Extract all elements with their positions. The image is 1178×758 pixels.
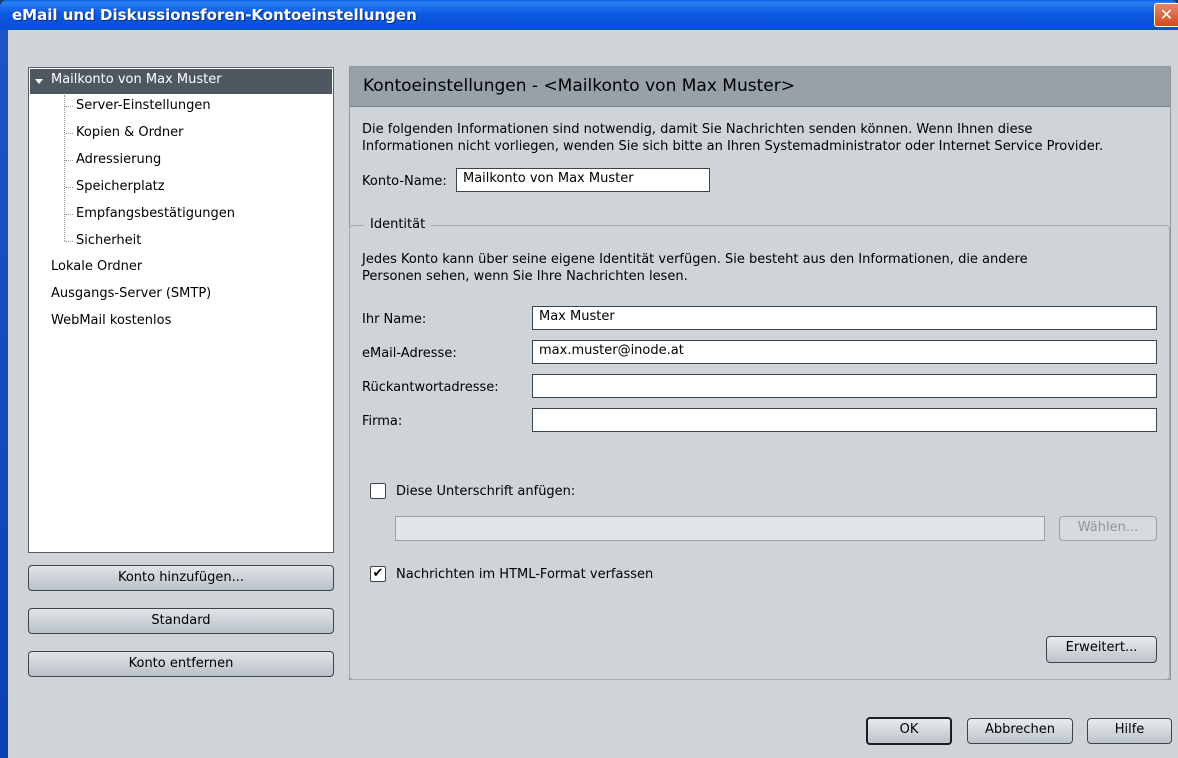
settings-header: Kontoeinstellungen - <Mailkonto von Max … [350,67,1170,107]
window-title: eMail und Diskussionsforen-Kontoeinstell… [12,6,417,24]
settings-header-title: Kontoeinstellungen - <Mailkonto von Max … [363,76,795,96]
tree-item-outgoing-server[interactable]: Ausgangs-Server (SMTP) [51,286,211,302]
tree-item-webmail[interactable]: WebMail kostenlos [51,313,171,329]
close-icon[interactable]: ✕ [1154,3,1178,27]
expand-arrow-icon[interactable] [35,79,43,84]
tree-item-local-folders[interactable]: Lokale Ordner [51,259,142,275]
email-input[interactable]: max.muster@inode.at [532,340,1157,364]
signature-file-input [395,516,1045,541]
tree-item-copies-folders[interactable]: Kopien & Ordner [76,125,184,141]
title-bar[interactable]: eMail und Diskussionsforen-Kontoeinstell… [0,0,1178,30]
identity-desc-line1: Jedes Konto kann über seine eigene Ident… [362,252,1028,267]
attach-signature-checkbox[interactable] [370,483,386,499]
name-input[interactable]: Max Muster [532,306,1157,330]
tree-guide-line [64,95,65,241]
tree-item-security[interactable]: Sicherheit [76,233,141,249]
cancel-button[interactable]: Abbrechen [967,718,1073,744]
tree-item-server-settings[interactable]: Server-Einstellungen [76,98,211,114]
account-name-input[interactable]: Mailkonto von Max Muster [456,168,710,192]
account-name-label: Konto-Name: [362,174,447,189]
tree-connector [65,133,73,134]
reply-to-label: Rückantwortadresse: [362,380,499,395]
tree-item-disk-space[interactable]: Speicherplatz [76,179,165,195]
tree-item-mailkonto[interactable]: Mailkonto von Max Muster [51,72,222,88]
ok-button[interactable]: OK [866,717,952,745]
reply-to-input[interactable] [532,374,1157,398]
set-default-button[interactable]: Standard [28,608,334,634]
intro-text-line1: Die folgenden Informationen sind notwend… [362,122,1033,137]
tree-connector [65,106,73,107]
tree-connector [65,241,73,242]
email-label: eMail-Adresse: [362,346,457,361]
identity-group-label: Identität [364,216,432,234]
help-button[interactable]: Hilfe [1087,718,1172,744]
intro-text-line2: Informationen nicht vorliegen, wenden Si… [362,139,1104,154]
html-compose-label[interactable]: Nachrichten im HTML-Format verfassen [396,566,653,583]
tree-connector [65,160,73,161]
remove-account-button[interactable]: Konto entfernen [28,651,334,677]
html-compose-checkbox[interactable]: ✔ [370,566,386,582]
attach-signature-label[interactable]: Diese Unterschrift anfügen: [396,483,575,500]
tree-connector [65,187,73,188]
tree-item-return-receipts[interactable]: Empfangsbestätigungen [76,206,235,222]
identity-groupbox [349,225,1170,680]
tree-connector [65,214,73,215]
advanced-button[interactable]: Erweitert... [1046,636,1157,663]
choose-signature-button: Wählen... [1059,516,1157,541]
organization-input[interactable] [532,408,1157,432]
add-account-button[interactable]: Konto hinzufügen... [28,565,334,591]
name-label: Ihr Name: [362,312,427,327]
tree-item-addressing[interactable]: Adressierung [76,152,161,168]
organization-label: Firma: [362,414,403,429]
identity-desc-line2: Personen sehen, wenn Sie Ihre Nachrichte… [362,269,688,284]
